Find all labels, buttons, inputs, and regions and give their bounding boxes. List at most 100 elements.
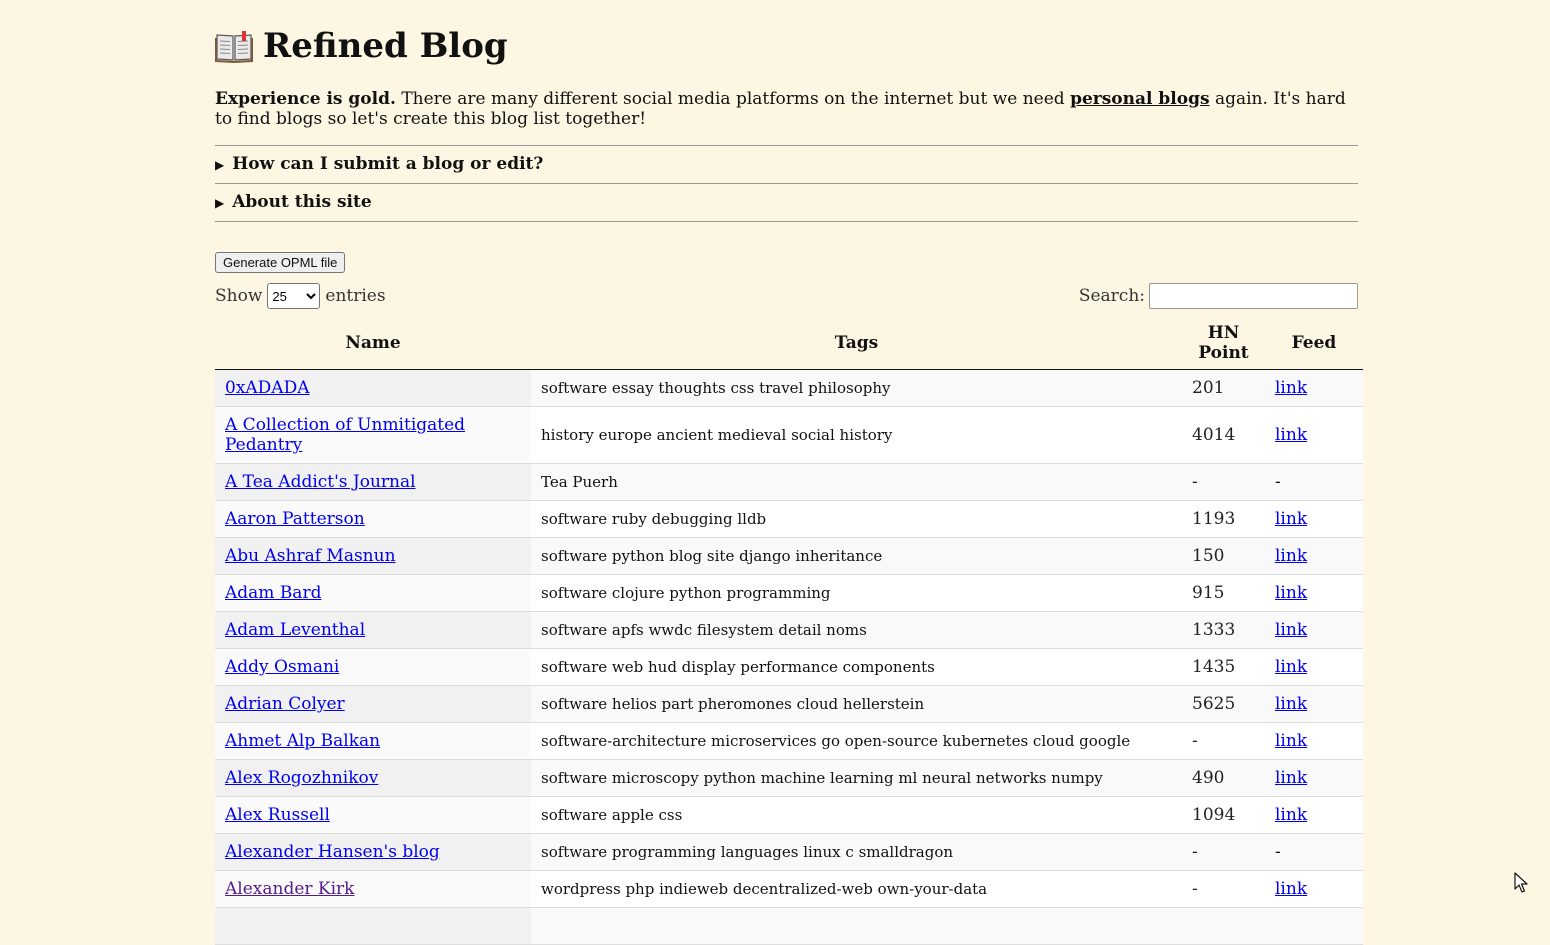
feed-link[interactable]: link	[1275, 509, 1307, 529]
table-row: Adam Bard software clojure python program…	[215, 574, 1363, 612]
cell-tags: software helios part pheromones cloud he…	[531, 685, 1182, 723]
table-row: Adam Leventhal software apfs wwdc filesys…	[215, 611, 1363, 649]
search-label: Search:	[1078, 286, 1145, 306]
feed-link[interactable]: link	[1275, 378, 1307, 398]
personal-blogs-link[interactable]: personal blogs	[1070, 89, 1209, 109]
cell-tags: software essay thoughts css travel philo…	[531, 369, 1182, 407]
feed-link[interactable]: link	[1275, 583, 1307, 603]
column-header-tags[interactable]: Tags	[531, 316, 1182, 370]
page-length-select[interactable]: 25	[267, 283, 321, 309]
cell-hn-point: 5625	[1182, 685, 1265, 723]
submit-details-label: How can I submit a blog or edit?	[232, 154, 544, 174]
page-length-control: Show 25 entries	[215, 283, 386, 309]
about-details-toggle[interactable]: ▶ About this site	[215, 183, 1358, 221]
cell-name: 0xADADA	[215, 369, 531, 407]
triangle-right-icon: ▶	[215, 196, 225, 210]
feed-link[interactable]: link	[1275, 731, 1307, 751]
cell-feed: link	[1265, 406, 1363, 464]
blog-name-link[interactable]: 0xADADA	[225, 378, 310, 398]
cell-feed: link	[1265, 870, 1363, 908]
feed-link[interactable]: link	[1275, 805, 1307, 825]
cell-name: Adrian Colyer	[215, 685, 531, 723]
blog-name-link[interactable]: Adam Leventhal	[225, 620, 365, 640]
column-header-feed[interactable]: Feed	[1265, 316, 1363, 370]
table-row: Alex Rogozhnikov software microscopy pyth…	[215, 759, 1363, 797]
table-row: Adrian Colyer software helios part pherom…	[215, 685, 1363, 723]
cell-tags	[531, 907, 1182, 945]
cell-tags: software apple css	[531, 796, 1182, 834]
cell-tags: software python blog site django inherit…	[531, 537, 1182, 575]
cell-hn-point: 150	[1182, 537, 1265, 575]
feed-link[interactable]: link	[1275, 694, 1307, 714]
about-details-label: About this site	[232, 192, 372, 212]
entries-label: entries	[325, 286, 386, 306]
blog-name-link[interactable]: Adam Bard	[225, 583, 321, 603]
cell-name: Alexander Hansen's blog	[215, 833, 531, 871]
blog-name-link[interactable]: Addy Osmani	[225, 657, 339, 677]
blog-name-link[interactable]: Adrian Colyer	[225, 694, 345, 714]
cell-feed: link	[1265, 574, 1363, 612]
cell-hn-point	[1182, 907, 1265, 945]
cell-tags: software web hud display performance com…	[531, 648, 1182, 686]
intro-lead: Experience is gold.	[215, 89, 396, 109]
submit-details-toggle[interactable]: ▶ How can I submit a blog or edit?	[215, 145, 1358, 183]
table-row: A Tea Addict's Journal Tea Puerh - -	[215, 463, 1363, 501]
cell-name: Abu Ashraf Masnun	[215, 537, 531, 575]
cell-name: Ahmet Alp Balkan	[215, 722, 531, 760]
page-title: Refined Blog	[215, 26, 508, 66]
feed-link[interactable]: link	[1275, 768, 1307, 788]
cell-name: A Collection of Unmitigated Pedantry	[215, 406, 531, 464]
cell-name: A Tea Addict's Journal	[215, 463, 531, 501]
blog-name-link[interactable]: A Collection of Unmitigated Pedantry	[225, 415, 465, 455]
cell-feed: link	[1265, 611, 1363, 649]
blog-name-link[interactable]: Alexander Hansen's blog	[225, 842, 440, 862]
title-text: Refined Blog	[263, 26, 508, 66]
blog-name-link[interactable]: A Tea Addict's Journal	[225, 472, 416, 492]
column-header-hn-point[interactable]: HN Point	[1182, 316, 1265, 370]
table-row: Alex Russell software apple css 1094 link	[215, 796, 1363, 834]
table-row: Alexander Kirk wordpress php indieweb dec…	[215, 870, 1363, 908]
search-control: Search:	[1079, 283, 1358, 309]
blog-name-link[interactable]: Abu Ashraf Masnun	[225, 546, 396, 566]
cell-hn-point: 1435	[1182, 648, 1265, 686]
blog-name-link[interactable]: Alex Russell	[225, 805, 330, 825]
feed-link[interactable]: link	[1275, 546, 1307, 566]
feed-link[interactable]: link	[1275, 657, 1307, 677]
feed-link[interactable]: link	[1275, 620, 1307, 640]
show-label: Show	[215, 286, 263, 306]
blog-name-link[interactable]: Alexander Kirk	[225, 879, 354, 899]
table-row: A Collection of Unmitigated Pedantry hist…	[215, 406, 1363, 464]
table-header-row: Name Tags HN Point Feed	[215, 316, 1363, 370]
cell-name: Alexander Kirk	[215, 870, 531, 908]
cell-hn-point: -	[1182, 463, 1265, 501]
cell-feed: link	[1265, 722, 1363, 760]
search-input[interactable]	[1149, 283, 1358, 309]
table-row: Ahmet Alp Balkan software-architecture mi…	[215, 722, 1363, 760]
cell-feed: -	[1265, 833, 1363, 871]
cell-hn-point: -	[1182, 833, 1265, 871]
blog-name-link[interactable]: Ahmet Alp Balkan	[225, 731, 380, 751]
intro-text-1: There are many different social media pl…	[395, 89, 1071, 109]
cell-feed: -	[1265, 463, 1363, 501]
blog-name-link[interactable]: Alex Rogozhnikov	[225, 768, 378, 788]
column-header-name[interactable]: Name	[215, 316, 531, 370]
cell-feed: link	[1265, 500, 1363, 538]
feed-link[interactable]: link	[1275, 879, 1307, 899]
blog-table: Name Tags HN Point Feed 0xADADA software e…	[215, 316, 1363, 945]
cell-tags: wordpress php indieweb decentralized-web…	[531, 870, 1182, 908]
generate-opml-button[interactable]: Generate OPML file	[215, 252, 346, 273]
cell-feed: link	[1265, 648, 1363, 686]
blog-name-link[interactable]: Aaron Patterson	[225, 509, 365, 529]
cell-hn-point: 201	[1182, 369, 1265, 407]
cell-tags: history europe ancient medieval social h…	[531, 406, 1182, 464]
cell-hn-point: 1193	[1182, 500, 1265, 538]
cell-feed: link	[1265, 796, 1363, 834]
cell-name: Adam Leventhal	[215, 611, 531, 649]
cell-feed	[1265, 907, 1363, 945]
feed-link[interactable]: link	[1275, 425, 1307, 445]
cell-feed: link	[1265, 685, 1363, 723]
divider	[215, 221, 1358, 222]
cell-hn-point: 915	[1182, 574, 1265, 612]
cell-hn-point: 4014	[1182, 406, 1265, 464]
hn-header-line1: HN	[1207, 322, 1240, 343]
